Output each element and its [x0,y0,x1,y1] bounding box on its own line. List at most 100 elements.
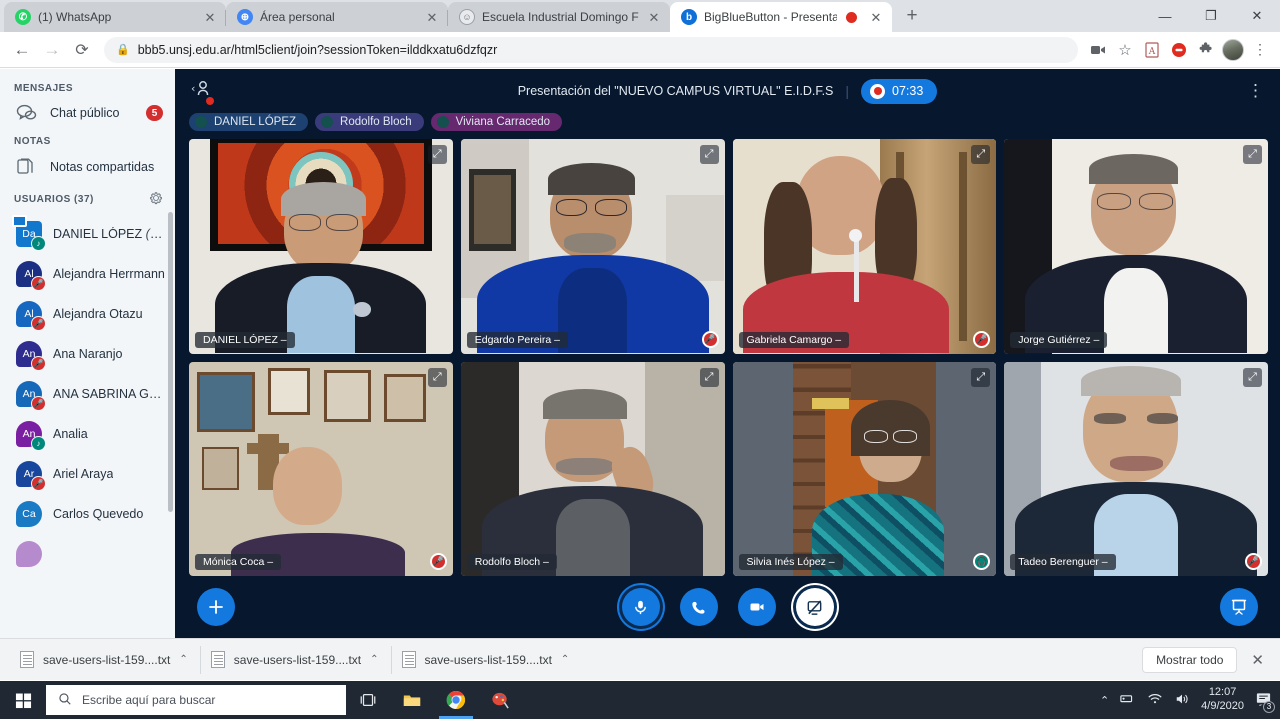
video-tile[interactable]: ⤢ DANIEL LÓPEZ – [189,139,453,354]
list-item[interactable]: Al 🎤 Alejandra Herrmann [0,254,175,294]
browser-tab-bigbluebutton[interactable]: b BigBlueButton - Presentació ✕ [670,2,892,32]
video-stream [460,139,725,354]
expand-icon[interactable]: ⤢ [699,367,719,387]
close-icon[interactable]: ✕ [868,9,884,25]
video-tile[interactable]: ⤢ Tadeo Berenguer – 🎤 [1004,361,1268,576]
users-list[interactable]: Da ♪ DANIEL LÓPEZ (Tu) Al 🎤 Alejandra He… [0,212,175,638]
volume-icon[interactable] [1174,692,1190,709]
adblock-icon[interactable] [1167,38,1191,62]
file-explorer-icon[interactable] [390,681,434,719]
forward-icon[interactable]: → [38,36,66,64]
gear-icon[interactable] [149,191,163,208]
pdf-icon[interactable]: A [1140,38,1164,62]
kebab-menu-icon[interactable]: ⋮ [1247,82,1264,99]
chevron-up-icon[interactable]: ⌃ [179,654,187,665]
muted-status-icon: 🎤 [31,356,46,371]
profile-avatar[interactable] [1221,38,1245,62]
close-downloads-bar-icon[interactable]: ✕ [1251,651,1270,669]
browser-tab-area-personal[interactable]: ⊕ Área personal ✕ [225,2,448,32]
svg-text:A: A [1148,47,1156,57]
sidebar-item-shared-notes[interactable]: Notas compartidas [0,151,175,183]
tab-title: Escuela Industrial Domingo Faust [482,10,639,24]
leave-audio-button[interactable] [679,588,718,626]
close-icon[interactable]: ✕ [424,9,440,25]
expand-icon[interactable]: ⤢ [427,145,447,164]
chevron-up-icon[interactable]: ⌃ [370,654,378,665]
video-tile[interactable]: ⤢ Gabriela Camargo – 🎤 [732,139,997,354]
close-icon[interactable]: ✕ [202,9,218,25]
avatar: An 🎤 [16,381,46,411]
task-view-icon[interactable] [346,681,390,719]
video-tile[interactable]: ⤢ Jorge Gutiérrez – [1004,139,1268,354]
list-item[interactable]: An 🎤 ANA SABRINA GON… [0,374,175,414]
talker-chip[interactable]: Rodolfo Bloch [315,113,424,131]
bbb-main-area: ‹ Presentación del "NUEVO CAMPUS VIRTUAL… [175,69,1280,638]
chevron-up-icon[interactable]: ⌃ [561,654,569,665]
video-tile[interactable]: ⤢ Silvia Inés López – 🎧 [732,361,997,576]
notifications-icon[interactable]: 3 [1255,691,1275,713]
show-all-downloads-button[interactable]: Mostrar todo [1142,646,1238,673]
list-item[interactable]: Ar 🎤 Ariel Araya [0,454,175,494]
expand-icon[interactable]: ⤢ [1243,367,1262,387]
reload-icon[interactable]: ⟳ [68,36,96,64]
list-item[interactable]: An ♪ Analia [0,414,175,454]
recording-timer-button[interactable]: 07:33 [861,78,938,104]
video-name-label: Jorge Gutiérrez – [1010,331,1108,348]
talker-name: Viviana Carracedo [455,116,551,128]
expand-icon[interactable]: ⤢ [1243,145,1262,164]
video-tile[interactable]: ⤢ Rodolfo Bloch – [460,361,725,576]
close-window-button[interactable]: ✕ [1234,0,1280,32]
maximize-button[interactable]: ❐ [1188,0,1234,32]
user-name: Carlos Quevedo [53,507,144,521]
users-list-scrollbar[interactable] [168,212,173,512]
talker-chip[interactable]: DANIEL LÓPEZ [189,113,309,131]
hardware-icon[interactable] [1120,692,1136,708]
browser-toolbar: ← → ⟳ 🔒 bbb5.unsj.edu.ar/html5client/joi… [0,32,1280,68]
expand-icon[interactable]: ⤢ [699,145,719,164]
chrome-menu-icon[interactable]: ⋮ [1248,38,1272,62]
avatar: An 🎤 [16,341,46,371]
chevron-up-icon[interactable]: ⌃ [1100,694,1109,707]
camera-icon[interactable] [1086,38,1110,62]
new-tab-button[interactable]: + [898,2,926,30]
sidebar-item-label: Chat público [50,106,120,120]
bookmark-star-icon[interactable]: ☆ [1113,38,1137,62]
expand-icon[interactable]: ⤢ [427,367,447,387]
list-item[interactable]: Ca Carlos Quevedo [0,494,175,534]
list-item[interactable]: Da ♪ DANIEL LÓPEZ (Tu) [0,214,175,254]
expand-icon[interactable]: ⤢ [971,145,991,164]
search-input[interactable]: Escribe aquí para buscar [46,685,346,715]
taskbar-clock[interactable]: 12:07 4/9/2020 [1201,686,1244,714]
talker-chip[interactable]: Viviana Carracedo [430,113,563,131]
camera-button[interactable] [737,588,776,626]
close-icon[interactable]: ✕ [646,9,662,25]
sidebar-item-public-chat[interactable]: Chat público 5 [0,98,175,128]
video-tile[interactable]: ⤢ Edgardo Pereira – 🎤 [460,139,725,354]
muted-status-icon: 🎤 [429,553,447,570]
browser-tab-whatsapp[interactable]: ✆ (1) WhatsApp ✕ [4,2,226,32]
record-icon [870,83,886,99]
video-tile[interactable]: ⤢ Mónica Coca – 🎤 [189,361,453,576]
minimize-button[interactable]: — [1142,0,1188,32]
video-name-label: DANIEL LÓPEZ – [195,331,295,348]
download-item[interactable]: save-users-list-159....txt ⌃ [10,645,201,674]
windows-start-icon[interactable] [0,681,46,719]
list-item[interactable]: An 🎤 Ana Naranjo [0,334,175,374]
chrome-icon[interactable] [434,681,478,719]
screen-share-off-button[interactable] [795,588,834,626]
user-name: Analia [53,427,88,441]
wifi-icon[interactable] [1147,692,1163,708]
browser-tab-escuela-industrial[interactable]: ☺ Escuela Industrial Domingo Faust ✕ [447,2,670,32]
bbb-icon: b [681,9,697,25]
microphone-button[interactable] [621,588,660,626]
expand-icon[interactable]: ⤢ [971,367,991,387]
list-item[interactable] [0,534,175,574]
list-item[interactable]: Al 🎤 Alejandra Otazu [0,294,175,334]
tab-title: (1) WhatsApp [38,10,112,24]
download-item[interactable]: save-users-list-159....txt ⌃ [392,646,582,674]
puzzle-icon[interactable] [1194,38,1218,62]
download-item[interactable]: save-users-list-159....txt ⌃ [201,645,392,674]
back-icon[interactable]: ← [8,36,36,64]
paint-icon[interactable] [478,681,522,719]
address-bar[interactable]: 🔒 bbb5.unsj.edu.ar/html5client/join?sess… [104,36,1078,63]
